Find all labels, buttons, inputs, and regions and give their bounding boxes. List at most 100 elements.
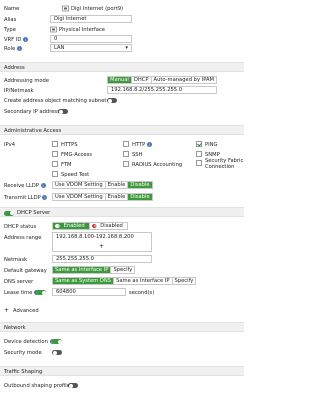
info-icon: i: [16, 46, 22, 51]
ftm-checkbox[interactable]: [52, 161, 58, 167]
chevron-down-icon: ▾: [125, 45, 128, 51]
create-address-object-toggle[interactable]: [107, 98, 117, 103]
gateway-specify[interactable]: Specify: [111, 267, 134, 273]
info-icon: i: [22, 37, 28, 42]
radius-accounting-label: RADIUS Accounting: [132, 162, 183, 168]
role-selected: LAN: [54, 45, 65, 51]
transmit-lldp-disable[interactable]: Disable: [128, 194, 152, 200]
http-checkbox[interactable]: [123, 141, 129, 147]
dhcp-section-title: DHCP Server: [17, 210, 51, 216]
port-icon: [62, 5, 69, 14]
speed-test-label: Speed Test: [61, 172, 90, 178]
network-section-header: Network: [0, 322, 244, 332]
dns-server-label: DNS server: [4, 279, 34, 285]
ip-netmask-label: IP/Netmask: [4, 88, 34, 94]
create-address-object-label: Create address object matching subnet: [4, 98, 107, 104]
name-label: Name: [4, 6, 20, 12]
receive-lldp-enable[interactable]: Enable: [106, 182, 129, 188]
speed-test-checkbox[interactable]: [52, 171, 58, 177]
receive-lldp-group[interactable]: Use VDOM Setting Enable Disable: [52, 181, 153, 189]
role-select[interactable]: LAN ▾: [50, 44, 132, 52]
security-fabric-checkbox[interactable]: [196, 160, 202, 166]
address-range-list: 192.168.8.100-192.168.8.200 +: [52, 232, 152, 252]
info-icon: i: [40, 183, 46, 188]
default-gateway-label: Default gateway: [4, 268, 47, 274]
receive-lldp-vdom[interactable]: Use VDOM Setting: [53, 182, 106, 188]
check-circle-icon: ✓: [55, 224, 60, 228]
admin-access-section-header: Administrative Access: [0, 125, 244, 135]
alias-input[interactable]: Digi Internet: [50, 15, 132, 23]
dns-same-as-system[interactable]: Same as System DNS: [53, 278, 115, 284]
ip-netmask-input[interactable]: 192.168.8.2/255.255.255.0: [107, 86, 217, 94]
mode-ipam[interactable]: Auto-managed by IPAM: [152, 77, 217, 83]
dns-server-group[interactable]: Same as System DNS Same as Interface IP …: [52, 277, 197, 285]
alias-label: Alias: [4, 17, 17, 23]
transmit-lldp-vdom[interactable]: Use VDOM Setting: [53, 194, 106, 200]
address-range-value[interactable]: 192.168.8.100-192.168.8.200: [56, 234, 134, 240]
plus-icon[interactable]: +: [4, 307, 9, 314]
device-detection-label: Device detection i: [4, 339, 55, 345]
lease-time-label: Lease time i: [4, 290, 40, 296]
fmg-access-label: FMG-Access: [61, 152, 92, 158]
outbound-shaping-toggle[interactable]: [68, 383, 78, 388]
outbound-shaping-label: Outbound shaping profile: [4, 383, 70, 389]
gateway-same-as-interface[interactable]: Same as Interface IP: [53, 267, 112, 273]
secondary-ip-label: Secondary IP address: [4, 109, 60, 115]
vrf-input[interactable]: 0: [50, 35, 132, 43]
transmit-lldp-enable[interactable]: Enable: [106, 194, 129, 200]
interface-name: Digi Internet (port9): [71, 6, 124, 12]
info-icon: i: [146, 142, 152, 147]
https-label: HTTPS: [61, 142, 78, 148]
dhcp-server-toggle[interactable]: [4, 210, 14, 216]
netmask-input[interactable]: 255.255.255.0: [52, 255, 152, 263]
lease-time-unit: second(s): [129, 290, 155, 296]
role-label: Role i: [4, 46, 22, 52]
secondary-ip-toggle[interactable]: [58, 109, 68, 114]
default-gateway-group[interactable]: Same as Interface IP Specify: [52, 266, 136, 274]
transmit-lldp-group[interactable]: Use VDOM Setting Enable Disable: [52, 193, 153, 201]
ping-checkbox[interactable]: [196, 141, 202, 147]
security-fabric-label: Security Fabric Connection: [205, 158, 244, 170]
device-detection-toggle[interactable]: [52, 339, 62, 344]
radius-accounting-checkbox[interactable]: [123, 161, 129, 167]
addressing-mode-label: Addressing mode: [4, 78, 50, 84]
fmg-access-checkbox[interactable]: [52, 151, 58, 157]
netmask-label: Netmask: [4, 257, 28, 263]
ftm-label: FTM: [61, 162, 72, 168]
advanced-label[interactable]: Advanced: [13, 308, 39, 314]
dhcp-disabled-button[interactable]: ✕ Disabled: [90, 223, 127, 229]
info-icon: i: [42, 195, 48, 200]
address-section-header: Address: [0, 62, 244, 72]
receive-lldp-label: Receive LLDP i: [4, 183, 46, 189]
https-checkbox[interactable]: [52, 141, 58, 147]
dns-same-as-interface[interactable]: Same as Interface IP: [114, 278, 173, 284]
lease-time-input[interactable]: 604800: [52, 288, 126, 296]
dhcp-status-group[interactable]: ✓ Enabled ✕ Disabled: [52, 222, 128, 230]
type-label: Type: [4, 27, 16, 33]
plus-icon[interactable]: +: [99, 243, 104, 250]
security-mode-label: Security mode: [4, 350, 42, 356]
ipv4-label: IPv4: [4, 142, 16, 148]
ping-label: PING: [205, 142, 218, 148]
security-mode-toggle[interactable]: [52, 350, 62, 355]
lease-time-toggle[interactable]: [36, 290, 46, 295]
addressing-mode-group[interactable]: Manual DHCP Auto-managed by IPAM: [107, 76, 218, 84]
mode-dhcp[interactable]: DHCP: [132, 77, 152, 83]
ssh-checkbox[interactable]: [123, 151, 129, 157]
ssh-label: SSH: [132, 152, 143, 158]
physical-interface-icon: [50, 26, 57, 35]
mode-manual[interactable]: Manual: [108, 77, 132, 83]
snmp-checkbox[interactable]: [196, 151, 202, 157]
http-label: HTTP i: [132, 142, 152, 148]
dhcp-status-label: DHCP status: [4, 224, 37, 230]
vrf-label: VRF ID i: [4, 37, 28, 43]
dhcp-enabled-button[interactable]: ✓ Enabled: [53, 223, 90, 229]
receive-lldp-disable[interactable]: Disable: [128, 182, 152, 188]
address-range-label: Address range: [4, 235, 42, 241]
x-circle-icon: ✕: [91, 224, 97, 228]
type-value: Physical Interface: [59, 27, 105, 33]
traffic-shaping-section-header: Traffic Shaping: [0, 366, 244, 376]
transmit-lldp-label: Transmit LLDP i: [4, 195, 48, 201]
dns-specify[interactable]: Specify: [173, 278, 196, 284]
dhcp-section-header: DHCP Server: [0, 207, 244, 217]
